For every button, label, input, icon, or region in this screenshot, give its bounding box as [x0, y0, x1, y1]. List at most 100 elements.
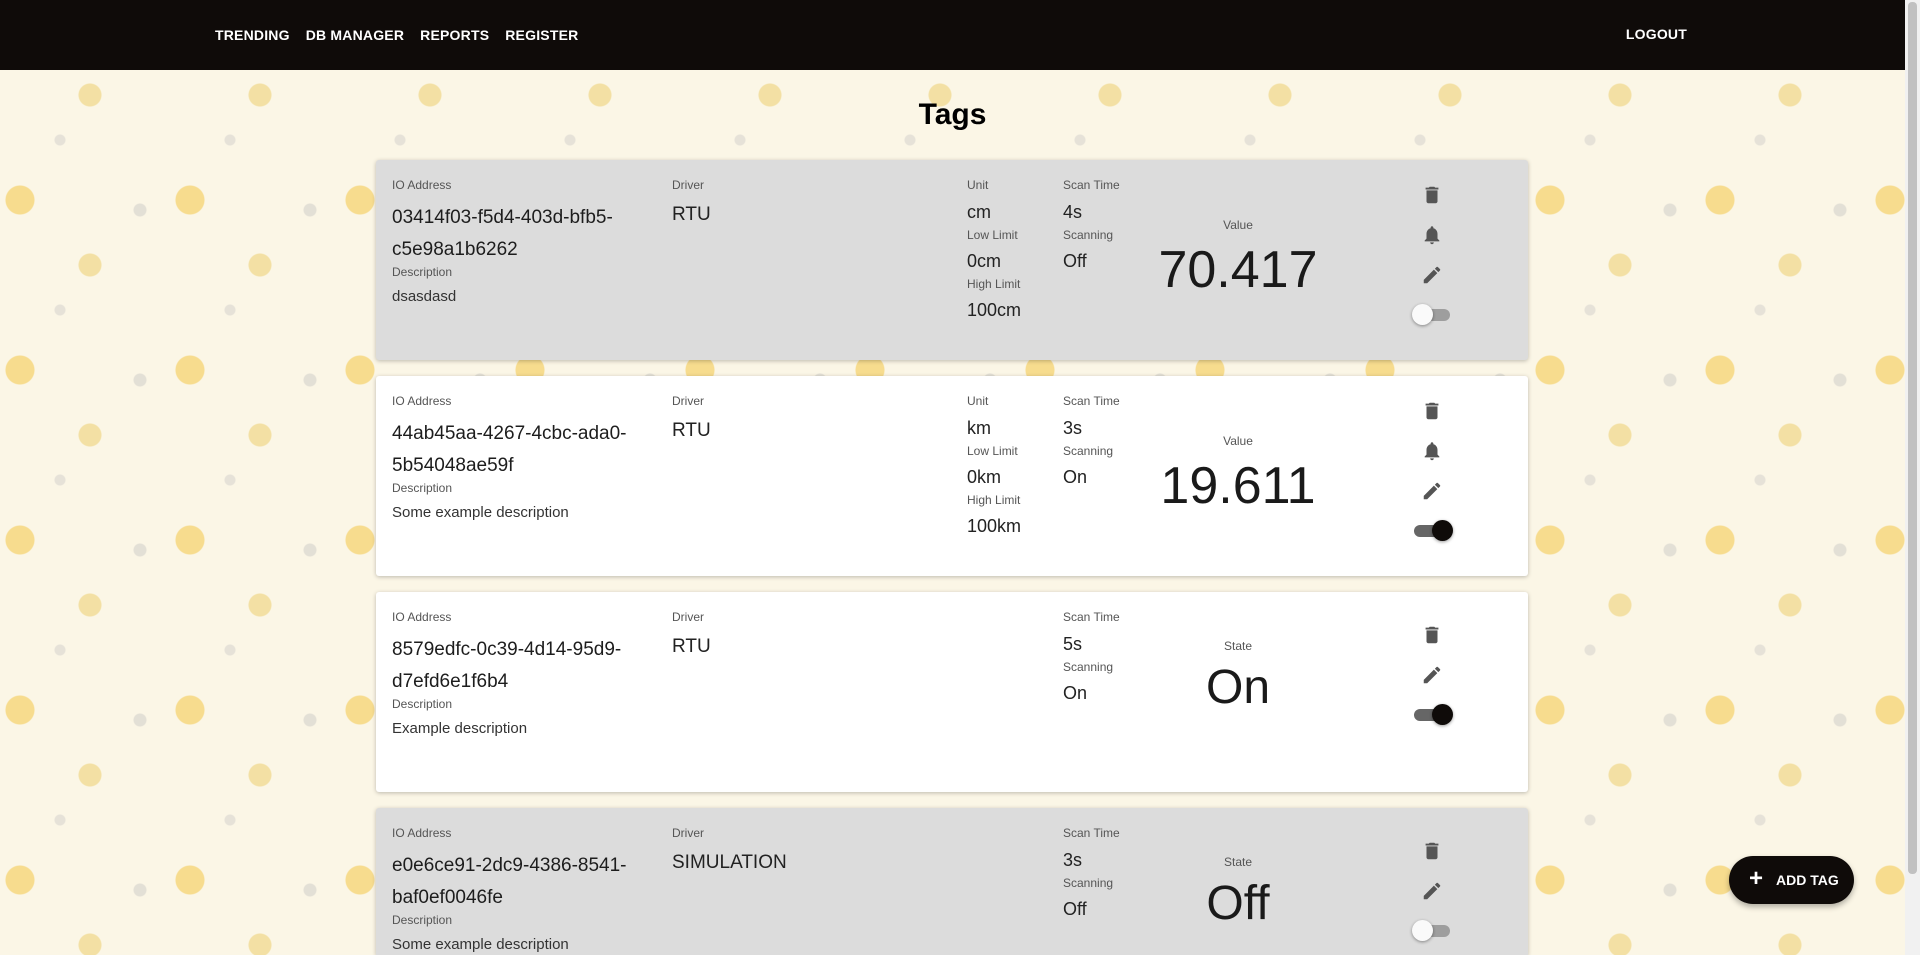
edit-button[interactable]	[1419, 262, 1445, 288]
toggle-knob	[1432, 520, 1453, 541]
unit-value: km	[967, 418, 991, 438]
io-address-value: 8579edfc-0c39-4d14-95d9-d7efd6e1f6b4	[392, 639, 622, 692]
trash-icon	[1425, 626, 1439, 644]
pencil-icon	[1423, 882, 1441, 900]
scan-time-label: Scan Time	[1063, 394, 1120, 408]
scan-time-value: 3s	[1063, 850, 1083, 870]
description-label: Description	[392, 697, 453, 711]
value-label: Value	[1223, 434, 1253, 448]
description-value: Example description	[392, 720, 528, 737]
pencil-icon	[1423, 666, 1441, 684]
low-limit-value: 0cm	[967, 251, 1002, 271]
driver-value: RTU	[672, 204, 711, 225]
scanning-label: Scanning	[1063, 444, 1114, 458]
scanning-label: Scanning	[1063, 228, 1114, 242]
scanning-value: Off	[1063, 899, 1087, 919]
io-address-label: IO Address	[392, 394, 452, 408]
bell-icon	[1424, 442, 1440, 461]
nav-db-manager[interactable]: DB MANAGER	[306, 27, 404, 43]
unit-label: Unit	[967, 178, 989, 192]
driver-label: Driver	[672, 826, 704, 840]
nav-links: TRENDING DB MANAGER REPORTS REGISTER	[215, 0, 578, 70]
low-limit-label: Low Limit	[967, 228, 1018, 242]
plus-icon: +	[1749, 865, 1764, 892]
unit-label: Unit	[967, 394, 989, 408]
tag-card: IO Address 44ab45aa-4267-4cbc-ada0-5b540…	[376, 376, 1528, 576]
value-display: 19.611	[1160, 457, 1316, 515]
add-tag-button[interactable]: + ADD TAG	[1729, 856, 1854, 904]
trash-icon	[1425, 186, 1439, 204]
scan-time-label: Scan Time	[1063, 610, 1120, 624]
io-address-label: IO Address	[392, 826, 452, 840]
edit-button[interactable]	[1419, 478, 1445, 504]
scan-time-label: Scan Time	[1063, 178, 1120, 192]
page-title: Tags	[918, 98, 987, 131]
add-tag-label: ADD TAG	[1776, 872, 1839, 888]
high-limit-label: High Limit	[967, 277, 1021, 291]
toggle-knob	[1432, 704, 1453, 725]
delete-button[interactable]	[1419, 398, 1445, 424]
description-label: Description	[392, 913, 453, 927]
description-value: Some example description	[392, 504, 569, 521]
io-address-value: e0e6ce91-2dc9-4386-8541-baf0ef0046fe	[392, 855, 627, 908]
io-address-label: IO Address	[392, 178, 452, 192]
trash-icon	[1425, 842, 1439, 860]
state-display: Off	[1206, 877, 1270, 930]
scanning-value: On	[1063, 467, 1088, 487]
pencil-icon	[1423, 266, 1441, 284]
edit-button[interactable]	[1419, 662, 1445, 688]
scan-toggle[interactable]	[1412, 520, 1453, 541]
scanning-value: Off	[1063, 251, 1087, 271]
driver-label: Driver	[672, 178, 704, 192]
low-limit-value: 0km	[967, 467, 1002, 487]
io-address-label: IO Address	[392, 610, 452, 624]
scanning-value: On	[1063, 683, 1088, 703]
state-label: State	[1223, 639, 1253, 653]
description-value: Some example description	[392, 936, 569, 953]
scanning-label: Scanning	[1063, 876, 1114, 890]
high-limit-value: 100km	[967, 516, 1022, 536]
delete-button[interactable]	[1419, 182, 1445, 208]
alarm-button[interactable]	[1419, 222, 1445, 248]
nav-reports[interactable]: REPORTS	[420, 27, 489, 43]
state-label: State	[1223, 855, 1253, 869]
tag-card: IO Address e0e6ce91-2dc9-4386-8541-baf0e…	[376, 808, 1528, 955]
description-label: Description	[392, 265, 453, 279]
value-display: 70.417	[1158, 241, 1318, 299]
scan-time-value: 5s	[1063, 634, 1083, 654]
scrollbar-thumb[interactable]	[1908, 2, 1917, 874]
edit-button[interactable]	[1419, 878, 1445, 904]
high-limit-label: High Limit	[967, 493, 1021, 507]
scan-toggle[interactable]	[1412, 920, 1452, 941]
io-address-value: 03414f03-f5d4-403d-bfb5-c5e98a1b6262	[392, 207, 613, 260]
bell-icon	[1424, 226, 1440, 245]
tag-card: IO Address 03414f03-f5d4-403d-bfb5-c5e98…	[376, 160, 1528, 360]
driver-label: Driver	[672, 610, 704, 624]
pencil-icon	[1423, 482, 1441, 500]
nav-register[interactable]: REGISTER	[505, 27, 578, 43]
scan-toggle[interactable]	[1412, 704, 1453, 725]
logout-link[interactable]: LOGOUT	[1626, 26, 1687, 42]
low-limit-label: Low Limit	[967, 444, 1018, 458]
scan-time-label: Scan Time	[1063, 826, 1120, 840]
scanning-label: Scanning	[1063, 660, 1114, 674]
scan-toggle[interactable]	[1412, 304, 1452, 325]
trash-icon	[1425, 402, 1439, 420]
delete-button[interactable]	[1419, 838, 1445, 864]
state-display: On	[1205, 661, 1271, 714]
scan-time-value: 3s	[1063, 418, 1083, 438]
scrollbar[interactable]	[1905, 0, 1920, 955]
nav-trending[interactable]: TRENDING	[215, 27, 290, 43]
unit-value: cm	[967, 202, 991, 222]
toggle-knob	[1412, 920, 1433, 941]
delete-button[interactable]	[1419, 622, 1445, 648]
tag-card: IO Address 8579edfc-0c39-4d14-95d9-d7efd…	[376, 592, 1528, 792]
alarm-button[interactable]	[1419, 438, 1445, 464]
io-address-value: 44ab45aa-4267-4cbc-ada0-5b54048ae59f	[392, 423, 627, 476]
driver-value: RTU	[672, 420, 711, 441]
high-limit-value: 100cm	[967, 300, 1022, 320]
top-navbar: TRENDING DB MANAGER REPORTS REGISTER LOG…	[0, 0, 1905, 70]
description-label: Description	[392, 481, 453, 495]
scan-time-value: 4s	[1063, 202, 1083, 222]
driver-value: RTU	[672, 636, 711, 657]
